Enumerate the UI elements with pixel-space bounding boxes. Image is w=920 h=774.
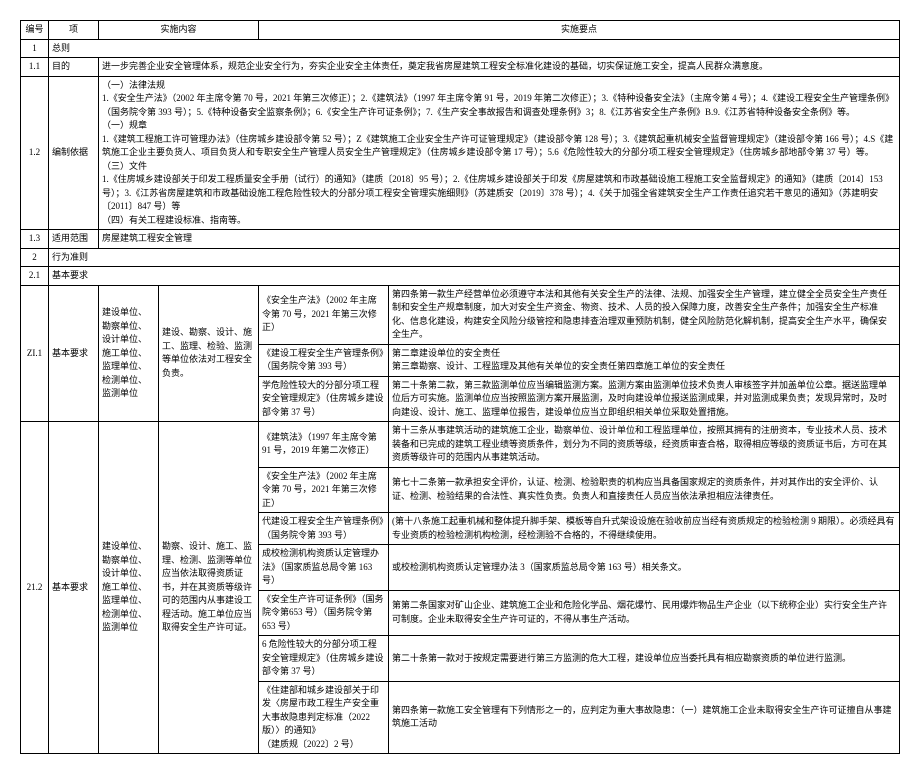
c3: 《安全生产法》（2002 年主席令第 70 号，2021 年第三次修正） [259,467,389,513]
c3: 成校检测机构资质认定管理办法》（国家质监总局令第 163 号） [259,545,389,591]
c4: 第二十条第二款，第三款监测单位应当编辑监测方案。监测方案由监测单位技术负责人审核… [389,376,900,422]
header-row: 编号 项 实施内容 实施要点 [21,21,900,40]
hdr-yd: 实施要点 [259,21,900,40]
c2: 勘察、设计、施工、监理、检测、监测等单位应当依法取得资质证书，并在其资质等级许可… [159,422,259,754]
num: 2.1 [21,267,49,286]
c1: 建设单位、勘察单位、设计单位、施工单位、监理单位、检测单位、监测单位 [99,422,159,754]
c4: 第十三条从事建筑活动的建筑施工企业，勘察单位、设计单位和工程监理单位，按照其拥有… [389,422,900,468]
num: ZI.1 [21,285,49,422]
c4: 第第二条国家对矿山企业、建筑施工企业和危险化学品、烟花爆竹、民用爆炸物品生产企业… [389,590,900,636]
c3: 学危险性较大的分部分项工程安全管理规定》（住房城乡建设部令第 37 号） [259,376,389,422]
num: 2 [21,248,49,267]
c3: 《建设工程安全生产管理条例》（国务院令第 393 号） [259,344,389,376]
c4: (第十八条施工起重机械和整体提升脚手架、模板等自升式架设设施在验收前应当经有资质… [389,513,900,545]
num: 1 [21,39,49,58]
c4: 或校检测机构资质认定管理办法 3（国家质监总局令第 163 号）相关条文。 [389,545,900,591]
item: 目的 [49,58,99,77]
c3: 代建设工程安全生产管理条例》（国务院令第 393 号） [259,513,389,545]
item: 总则 [49,39,900,58]
c4: 第四条第一款生产经营单位必须遵守本法和其他有关安全生产的法律、法规、加强安全生产… [389,285,900,344]
regulation-table: 编号 项 实施内容 实施要点 1 总则 1.1 目的 进一步完善企业安全管理体系… [20,20,900,754]
num: 1.3 [21,230,49,249]
c2: 建设、勘察、设计、施工、监理、检验、监测等单位依法对工程安全负责。 [159,285,259,422]
c3: 6 危险性较大的分部分项工程安全管理规定》（住房城乡建设部令第 37 号） [259,636,389,682]
item: 行为准则 [49,248,900,267]
item: 适用范围 [49,230,99,249]
row-1: 1 总则 [21,39,900,58]
hdr-nr: 实施内容 [99,21,259,40]
c4: 第二十条第一款对于按规定需要进行第三方监测的危大工程，建设单位应当委托具有相应勘… [389,636,900,682]
num: 21.2 [21,422,49,754]
c4: 第二章建设单位的安全责任 第三章勘察、设计、工程监理及其他有关单位的安全责任第四… [389,344,900,376]
num: 1.2 [21,76,49,230]
c3: 《安全生产法》（2002 年主席令第 70 号，2021 年第三次修正） [259,285,389,344]
row-1-1: 1.1 目的 进一步完善企业安全管理体系，规范企业安全行为，夯实企业安全主体责任… [21,58,900,77]
num: 1.1 [21,58,49,77]
row-2-1: 2.1 基本要求 [21,267,900,286]
row-1-2: 1.2 编制依据 （一）法律法规 1.《安全生产法》（2002 年主席令第 70… [21,76,900,230]
content: （一）法律法规 1.《安全生产法》（2002 年主席令第 70 号，2021 年… [99,76,900,230]
item: 基本要求 [49,422,99,754]
row-212-a: 21.2 基本要求 建设单位、勘察单位、设计单位、施工单位、监理单位、检测单位、… [21,422,900,468]
row-1-3: 1.3 适用范围 房屋建筑工程安全管理 [21,230,900,249]
row-2: 2 行为准则 [21,248,900,267]
item: 基本要求 [49,267,900,286]
c3: 《建筑法》（1997 年主席令第 91 号，2019 年第二次修正） [259,422,389,468]
c4: 第七十二条第一款承担安全评价，认证、检测、检验职责的机构应当具备国家规定的资质条… [389,467,900,513]
c4: 第四条第一款施工安全管理有下列情形之一的，应判定为重大事故隐患：（一）建筑施工企… [389,681,900,754]
row-zi1-a: ZI.1 基本要求 建设单位、勘察单位、设计单位、施工单位、监理单位、检测单位、… [21,285,900,344]
hdr-item: 项 [49,21,99,40]
content: 房屋建筑工程安全管理 [99,230,900,249]
c1: 建设单位、勘察单位、设计单位、施工单位、监理单位、检测单位、监测单位 [99,285,159,422]
hdr-num: 编号 [21,21,49,40]
content: 进一步完善企业安全管理体系，规范企业安全行为，夯实企业安全主体责任，奠定我省房屋… [99,58,900,77]
c3: 《住建部和城乡建设部关于印发〈房屋市政工程生产安全重大事故隐患判定标准（2022… [259,681,389,754]
item: 编制依据 [49,76,99,230]
c3: 《安全生产许可证条例》（国务院令第653 号）（国务院令第 653 号） [259,590,389,636]
item: 基本要求 [49,285,99,422]
